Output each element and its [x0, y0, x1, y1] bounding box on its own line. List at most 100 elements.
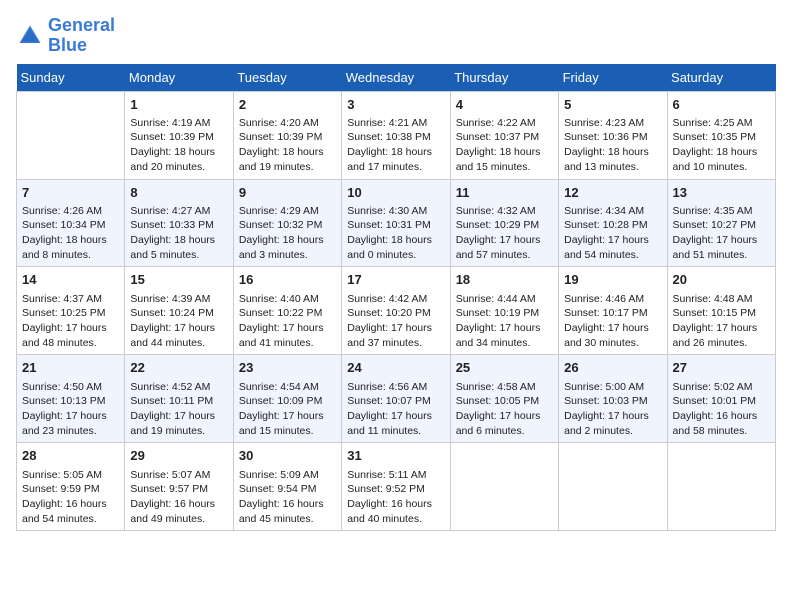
cell-info: Sunrise: 5:07 AM Sunset: 9:57 PM Dayligh… [130, 468, 227, 527]
cell-info: Sunrise: 4:58 AM Sunset: 10:05 PM Daylig… [456, 380, 553, 439]
calendar-cell: 30 Sunrise: 5:09 AM Sunset: 9:54 PM Dayli… [233, 443, 341, 531]
calendar-cell [559, 443, 667, 531]
cell-info: Sunrise: 4:27 AM Sunset: 10:33 PM Daylig… [130, 204, 227, 263]
day-number: 16 [239, 271, 336, 289]
calendar-cell: 7 Sunrise: 4:26 AM Sunset: 10:34 PM Dayli… [17, 179, 125, 267]
cell-info: Sunrise: 5:11 AM Sunset: 9:52 PM Dayligh… [347, 468, 444, 527]
day-number: 17 [347, 271, 444, 289]
calendar-cell: 26Sunrise: 5:00 AM Sunset: 10:03 PM Dayl… [559, 355, 667, 443]
cell-info: Sunrise: 4:52 AM Sunset: 10:11 PM Daylig… [130, 380, 227, 439]
calendar-cell: 23 Sunrise: 4:54 AM Sunset: 10:09 PM Dayl… [233, 355, 341, 443]
cell-info: Sunrise: 4:32 AM Sunset: 10:29 PM Daylig… [456, 204, 553, 263]
calendar-cell: 28Sunrise: 5:05 AM Sunset: 9:59 PM Dayli… [17, 443, 125, 531]
day-number: 6 [673, 96, 770, 114]
calendar-week-3: 14 Sunrise: 4:37 AM Sunset: 10:25 PM Dayl… [17, 267, 776, 355]
weekday-header-monday: Monday [125, 64, 233, 92]
calendar-cell: 12 Sunrise: 4:34 AM Sunset: 10:28 PM Dayl… [559, 179, 667, 267]
calendar-cell: 3 Sunrise: 4:21 AM Sunset: 10:38 PM Dayli… [342, 91, 450, 179]
day-number: 2 [239, 96, 336, 114]
day-number: 14 [22, 271, 119, 289]
calendar-cell [667, 443, 775, 531]
day-number: 7 [22, 184, 119, 202]
calendar-cell: 19Sunrise: 4:46 AM Sunset: 10:17 PM Dayl… [559, 267, 667, 355]
day-number: 31 [347, 447, 444, 465]
calendar-cell: 21 Sunrise: 4:50 AM Sunset: 10:13 PM Dayl… [17, 355, 125, 443]
cell-info: Sunrise: 4:44 AM Sunset: 10:19 PM Daylig… [456, 292, 553, 351]
cell-info: Sunrise: 4:42 AM Sunset: 10:20 PM Daylig… [347, 292, 444, 351]
calendar-cell: 14 Sunrise: 4:37 AM Sunset: 10:25 PM Dayl… [17, 267, 125, 355]
cell-info: Sunrise: 4:50 AM Sunset: 10:13 PM Daylig… [22, 380, 119, 439]
weekday-header-tuesday: Tuesday [233, 64, 341, 92]
calendar-cell: 16 Sunrise: 4:40 AM Sunset: 10:22 PM Dayl… [233, 267, 341, 355]
day-number: 18 [456, 271, 553, 289]
calendar-cell: 1 Sunrise: 4:19 AM Sunset: 10:39 PM Dayli… [125, 91, 233, 179]
weekday-header-wednesday: Wednesday [342, 64, 450, 92]
calendar-week-1: 1 Sunrise: 4:19 AM Sunset: 10:39 PM Dayli… [17, 91, 776, 179]
calendar-cell: 22 Sunrise: 4:52 AM Sunset: 10:11 PM Dayl… [125, 355, 233, 443]
day-number: 22 [130, 359, 227, 377]
day-number: 13 [673, 184, 770, 202]
day-number: 9 [239, 184, 336, 202]
cell-info: Sunrise: 4:20 AM Sunset: 10:39 PM Daylig… [239, 116, 336, 175]
calendar-cell: 8 Sunrise: 4:27 AM Sunset: 10:33 PM Dayli… [125, 179, 233, 267]
calendar-cell: 11 Sunrise: 4:32 AM Sunset: 10:29 PM Dayl… [450, 179, 558, 267]
cell-info: Sunrise: 5:09 AM Sunset: 9:54 PM Dayligh… [239, 468, 336, 527]
day-number: 1 [130, 96, 227, 114]
weekday-header-friday: Friday [559, 64, 667, 92]
weekday-header-saturday: Saturday [667, 64, 775, 92]
day-number: 25 [456, 359, 553, 377]
day-number: 23 [239, 359, 336, 377]
cell-info: Sunrise: 4:37 AM Sunset: 10:25 PM Daylig… [22, 292, 119, 351]
calendar-cell: 24Sunrise: 4:56 AM Sunset: 10:07 PM Dayl… [342, 355, 450, 443]
day-number: 12 [564, 184, 661, 202]
cell-info: Sunrise: 5:05 AM Sunset: 9:59 PM Dayligh… [22, 468, 119, 527]
cell-info: Sunrise: 4:25 AM Sunset: 10:35 PM Daylig… [673, 116, 770, 175]
day-number: 19 [564, 271, 661, 289]
cell-info: Sunrise: 4:23 AM Sunset: 10:36 PM Daylig… [564, 116, 661, 175]
calendar-cell: 18 Sunrise: 4:44 AM Sunset: 10:19 PM Dayl… [450, 267, 558, 355]
cell-info: Sunrise: 4:22 AM Sunset: 10:37 PM Daylig… [456, 116, 553, 175]
weekday-header-sunday: Sunday [17, 64, 125, 92]
calendar-cell: 6 Sunrise: 4:25 AM Sunset: 10:35 PM Dayli… [667, 91, 775, 179]
cell-info: Sunrise: 4:34 AM Sunset: 10:28 PM Daylig… [564, 204, 661, 263]
calendar-cell: 17 Sunrise: 4:42 AM Sunset: 10:20 PM Dayl… [342, 267, 450, 355]
calendar-cell [450, 443, 558, 531]
cell-info: Sunrise: 4:26 AM Sunset: 10:34 PM Daylig… [22, 204, 119, 263]
day-number: 21 [22, 359, 119, 377]
page-header: General Blue [16, 16, 776, 56]
calendar-cell: 31 Sunrise: 5:11 AM Sunset: 9:52 PM Dayli… [342, 443, 450, 531]
calendar-week-2: 7 Sunrise: 4:26 AM Sunset: 10:34 PM Dayli… [17, 179, 776, 267]
cell-info: Sunrise: 4:21 AM Sunset: 10:38 PM Daylig… [347, 116, 444, 175]
cell-info: Sunrise: 4:35 AM Sunset: 10:27 PM Daylig… [673, 204, 770, 263]
day-number: 24 [347, 359, 444, 377]
day-number: 8 [130, 184, 227, 202]
calendar-cell: 4 Sunrise: 4:22 AM Sunset: 10:37 PM Dayli… [450, 91, 558, 179]
day-number: 29 [130, 447, 227, 465]
calendar-cell: 29 Sunrise: 5:07 AM Sunset: 9:57 PM Dayli… [125, 443, 233, 531]
calendar-cell: 9 Sunrise: 4:29 AM Sunset: 10:32 PM Dayli… [233, 179, 341, 267]
cell-info: Sunrise: 4:29 AM Sunset: 10:32 PM Daylig… [239, 204, 336, 263]
cell-info: Sunrise: 5:00 AM Sunset: 10:03 PM Daylig… [564, 380, 661, 439]
calendar-cell: 5Sunrise: 4:23 AM Sunset: 10:36 PM Dayli… [559, 91, 667, 179]
day-number: 3 [347, 96, 444, 114]
calendar-cell [17, 91, 125, 179]
calendar-cell: 15Sunrise: 4:39 AM Sunset: 10:24 PM Dayl… [125, 267, 233, 355]
calendar-cell: 2 Sunrise: 4:20 AM Sunset: 10:39 PM Dayli… [233, 91, 341, 179]
cell-info: Sunrise: 4:19 AM Sunset: 10:39 PM Daylig… [130, 116, 227, 175]
day-number: 15 [130, 271, 227, 289]
cell-info: Sunrise: 4:40 AM Sunset: 10:22 PM Daylig… [239, 292, 336, 351]
cell-info: Sunrise: 5:02 AM Sunset: 10:01 PM Daylig… [673, 380, 770, 439]
day-number: 11 [456, 184, 553, 202]
calendar-week-4: 21 Sunrise: 4:50 AM Sunset: 10:13 PM Dayl… [17, 355, 776, 443]
day-number: 30 [239, 447, 336, 465]
day-number: 4 [456, 96, 553, 114]
day-number: 27 [673, 359, 770, 377]
calendar-cell: 20Sunrise: 4:48 AM Sunset: 10:15 PM Dayl… [667, 267, 775, 355]
cell-info: Sunrise: 4:54 AM Sunset: 10:09 PM Daylig… [239, 380, 336, 439]
calendar-cell: 10Sunrise: 4:30 AM Sunset: 10:31 PM Dayl… [342, 179, 450, 267]
weekday-header-row: SundayMondayTuesdayWednesdayThursdayFrid… [17, 64, 776, 92]
logo-text: General Blue [48, 16, 115, 56]
logo: General Blue [16, 16, 115, 56]
day-number: 10 [347, 184, 444, 202]
weekday-header-thursday: Thursday [450, 64, 558, 92]
